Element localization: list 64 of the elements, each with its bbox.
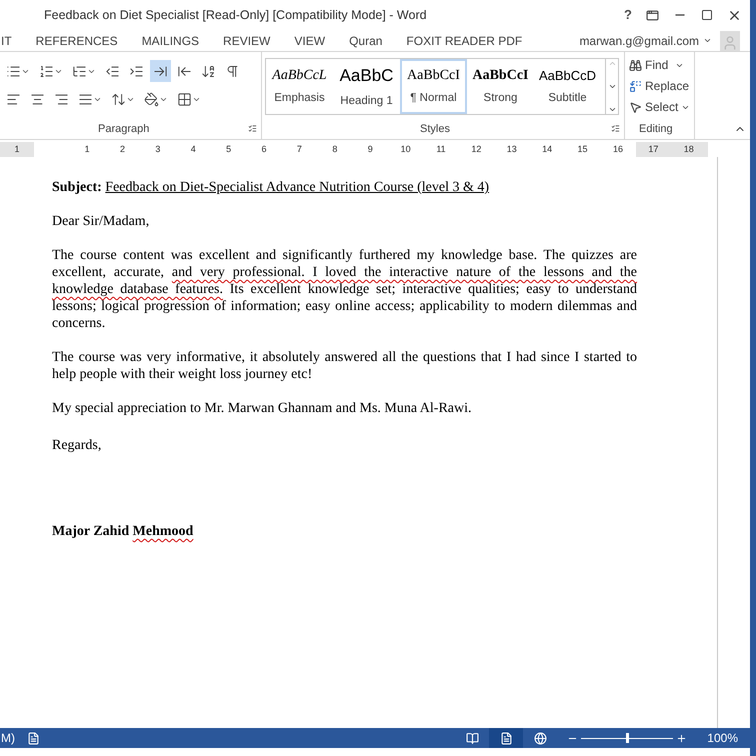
- page-icon: [500, 732, 513, 744]
- find-button[interactable]: Find: [629, 56, 694, 74]
- align-right-icon: [54, 92, 69, 106]
- more-styles-icon[interactable]: [608, 105, 616, 114]
- caret-icon[interactable]: [703, 36, 712, 45]
- ribbon-tab[interactable]: Quran: [349, 32, 382, 50]
- book-icon: [466, 732, 479, 744]
- zoom-slider-thumb[interactable]: [626, 733, 629, 743]
- right-to-left-icon: [177, 64, 192, 78]
- ribbon-tab[interactable]: IT: [1, 32, 12, 50]
- decrease-indent-icon: [105, 64, 120, 78]
- help-button[interactable]: ?: [624, 5, 632, 25]
- dialog-launcher-icon[interactable]: [248, 124, 257, 134]
- group-label: Styles: [420, 122, 450, 136]
- status-text: M): [1, 730, 15, 747]
- account-email[interactable]: marwan.g@gmail.com: [579, 32, 699, 50]
- globe-icon: [534, 732, 547, 744]
- multilevel-list-icon: [72, 64, 87, 78]
- left-to-right-icon: [153, 64, 168, 78]
- ruler: 1 1 2 3 4 5 6 7 8 9 10 11 12 13 14 15 16 17 18: [0, 142, 708, 157]
- pilcrow-icon: [225, 64, 240, 78]
- style-item[interactable]: AaBbCcI Strong: [467, 59, 534, 114]
- line-spacing-icon: [111, 92, 126, 106]
- borders-icon: [177, 92, 192, 106]
- align-left-icon: [6, 92, 21, 106]
- document-paragraph: Dear Sir/Madam,: [52, 213, 150, 230]
- ribbon-display-icon[interactable]: [646, 8, 659, 22]
- signature: Major Zahid Mehmood: [52, 523, 194, 540]
- zoom-in-icon[interactable]: [676, 732, 688, 744]
- style-item[interactable]: AaBbCcL Emphasis: [266, 59, 333, 114]
- increase-indent-icon: [129, 64, 144, 78]
- binoculars-icon: [629, 58, 642, 72]
- document-paragraph: The course was very informative, it absolutely answered all the questions that I had since I started to help people with their weight loss journey etc!: [52, 349, 637, 383]
- replace-icon: [629, 80, 642, 92]
- sort-icon: [201, 64, 216, 78]
- style-item[interactable]: AaBbCcI ¶ Normal: [400, 59, 467, 114]
- scroll-down-icon[interactable]: [608, 82, 616, 91]
- zoom-level[interactable]: 100%: [707, 729, 738, 747]
- ribbon-tab[interactable]: MAILINGS: [142, 32, 200, 50]
- dialog-launcher-icon[interactable]: [611, 124, 620, 134]
- ribbon-tab[interactable]: FOXIT READER PDF: [406, 32, 522, 50]
- replace-button[interactable]: Replace: [629, 77, 694, 95]
- numbering-icon: [39, 64, 54, 78]
- subject-line: Subject: Feedback on Diet-Specialist Advance Nutrition Course (level 3 & 4): [52, 179, 490, 196]
- style-item[interactable]: AaBbCcD Subtitle: [534, 59, 601, 114]
- toolbar-button[interactable]: [150, 60, 171, 82]
- maximize-icon[interactable]: [701, 9, 713, 21]
- select-button[interactable]: Select: [629, 98, 694, 116]
- document-paragraph: The course content was excellent and significantly furthered my knowledge base. The quizzes are excellent, accurate, and very professional. I loved the interactive nature of the lessons and the knowledge database features. Its excellent knowledge set; interactive qualities; easy to understand lessons; logical progression of information; easy online access; applicability to modern dilemmas and concerns.: [52, 247, 637, 332]
- pointer-icon: [629, 100, 642, 114]
- document-paragraph: My special appreciation to Mr. Marwan Ghannam and Ms. Muna Al-Rawi.: [52, 400, 473, 417]
- document-paragraph: Regards,: [52, 437, 102, 454]
- zoom-slider[interactable]: [581, 733, 674, 743]
- ribbon-tab[interactable]: REFERENCES: [36, 32, 118, 50]
- group-label: Editing: [639, 122, 674, 136]
- view-mode-button[interactable]: [489, 728, 524, 748]
- group-label: Paragraph: [98, 122, 150, 136]
- ribbon-tab[interactable]: REVIEW: [223, 32, 270, 50]
- ribbon-tab[interactable]: VIEW: [294, 32, 326, 50]
- style-item[interactable]: AaBbC Heading 1: [333, 59, 400, 114]
- paint-bucket-icon: [144, 92, 159, 106]
- window-title: Feedback on Diet Specialist [Read-Only] [Compatibility Mode] - Word: [43, 6, 427, 24]
- align-center-icon: [30, 92, 45, 106]
- justify-icon: [78, 92, 93, 106]
